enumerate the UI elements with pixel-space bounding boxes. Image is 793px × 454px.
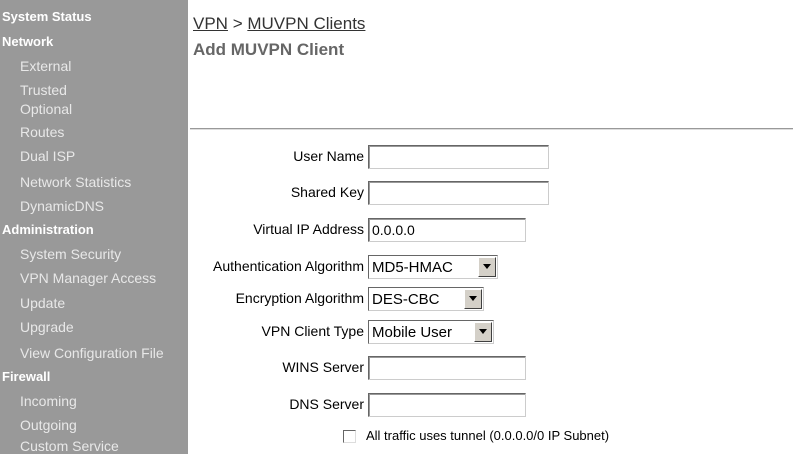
tunnel-checkbox[interactable] — [343, 430, 356, 443]
nav-item-custom-service[interactable]: Custom Service — [20, 438, 119, 454]
user-name-label: User Name — [293, 148, 364, 164]
wins-server-label: WINS Server — [282, 359, 364, 375]
auth-algorithm-select[interactable]: MD5-HMAC — [368, 255, 498, 279]
nav-section-firewall[interactable]: Firewall — [2, 369, 50, 384]
enc-algorithm-value: DES-CBC — [372, 291, 440, 308]
shared-key-label: Shared Key — [290, 184, 364, 200]
nav-item-routes[interactable]: Routes — [20, 124, 64, 140]
auth-algorithm-label: Authentication Algorithm — [213, 258, 364, 274]
breadcrumb-vpn-link[interactable]: VPN — [193, 14, 228, 33]
client-type-select[interactable]: Mobile User — [368, 320, 494, 344]
chevron-down-icon[interactable] — [464, 289, 482, 309]
dns-server-input[interactable] — [368, 393, 526, 417]
nav-item-system-security[interactable]: System Security — [20, 246, 121, 262]
header-divider — [190, 128, 793, 130]
dns-server-label: DNS Server — [289, 396, 364, 412]
virtual-ip-label: Virtual IP Address — [253, 221, 364, 237]
nav-item-external[interactable]: External — [20, 58, 71, 74]
nav-system-status[interactable]: System Status — [2, 9, 92, 24]
nav-section-network[interactable]: Network — [2, 34, 53, 49]
chevron-down-icon[interactable] — [478, 257, 496, 277]
nav-item-dual-isp[interactable]: Dual ISP — [20, 148, 75, 164]
nav-item-dynamicdns[interactable]: DynamicDNS — [20, 198, 104, 214]
client-type-label: VPN Client Type — [261, 323, 364, 339]
chevron-down-icon[interactable] — [474, 322, 492, 342]
client-type-value: Mobile User — [372, 324, 453, 341]
auth-algorithm-value: MD5-HMAC — [372, 259, 453, 276]
nav-item-upgrade[interactable]: Upgrade — [20, 319, 74, 335]
shared-key-input[interactable] — [368, 181, 549, 205]
nav-item-trusted[interactable]: Trusted — [20, 82, 67, 98]
nav-item-optional[interactable]: Optional — [20, 101, 72, 117]
breadcrumb: VPN > MUVPN Clients — [193, 14, 365, 34]
page-title: Add MUVPN Client — [193, 40, 345, 59]
nav-item-network-statistics[interactable]: Network Statistics — [20, 174, 131, 190]
nav-item-incoming[interactable]: Incoming — [20, 393, 77, 409]
nav-section-administration[interactable]: Administration — [2, 222, 94, 237]
breadcrumb-separator: > — [227, 14, 248, 33]
nav-item-view-configuration-file[interactable]: View Configuration File — [20, 345, 164, 361]
nav-item-outgoing[interactable]: Outgoing — [20, 417, 77, 433]
virtual-ip-input[interactable] — [368, 218, 526, 242]
tunnel-checkbox-label: All traffic uses tunnel (0.0.0.0/0 IP Su… — [366, 428, 610, 443]
user-name-input[interactable] — [368, 145, 549, 169]
sidebar-nav: System Status Network External Trusted O… — [0, 0, 188, 454]
nav-item-vpn-manager-access[interactable]: VPN Manager Access — [20, 270, 156, 286]
wins-server-input[interactable] — [368, 356, 526, 380]
nav-item-update[interactable]: Update — [20, 295, 65, 311]
breadcrumb-muvpn-clients-link[interactable]: MUVPN Clients — [247, 14, 365, 33]
enc-algorithm-select[interactable]: DES-CBC — [368, 287, 484, 311]
enc-algorithm-label: Encryption Algorithm — [235, 290, 364, 306]
